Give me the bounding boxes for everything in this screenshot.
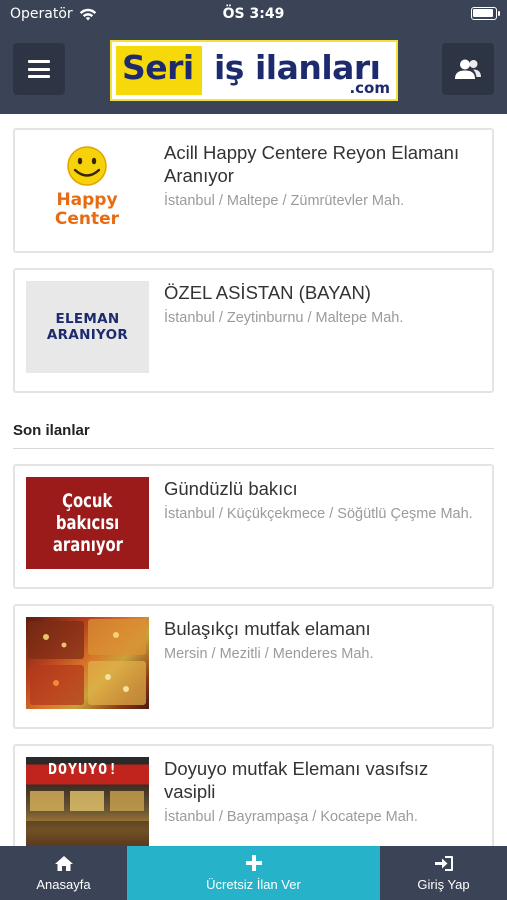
status-bar: Operatör ÖS 3:49 <box>0 0 507 28</box>
plus-icon <box>245 855 262 871</box>
happy-text: Happy <box>56 190 117 210</box>
happy-center-logo: Happy Center <box>55 146 120 229</box>
menu-button[interactable] <box>13 43 65 95</box>
thumb-text-line: aranıyor <box>52 534 123 556</box>
listing-location: İstanbul / Küçükçekmece / Söğütlü Çeşme … <box>164 506 473 522</box>
thumb-text-line: bakıcısı <box>55 512 120 534</box>
battery-icon <box>471 7 500 20</box>
listing-card[interactable]: Bulaşıkçı mutfak elamanı Mersin / Mezitl… <box>13 604 494 729</box>
thumb-text-line: Çocuk <box>62 490 113 512</box>
app-header: Seri iş ilanları .com <box>0 28 507 114</box>
tab-post-label: Ücretsiz İlan Ver <box>206 877 301 892</box>
restaurant-photo <box>26 791 149 846</box>
sign-in-icon <box>434 855 453 871</box>
listing-title[interactable]: ÖZEL ASİSTAN (BAYAN) <box>164 281 484 304</box>
listing-location: İstanbul / Bayrampaşa / Kocatepe Mah. <box>164 809 418 825</box>
home-icon <box>54 855 73 871</box>
logo-seri-text: Seri <box>122 48 194 87</box>
listing-thumbnail: ELEMAN ARANIYOR <box>26 281 149 373</box>
tab-home[interactable]: Anasayfa <box>0 846 127 900</box>
bottom-tab-bar: Anasayfa Ücretsiz İlan Ver Giriş Yap <box>0 846 507 900</box>
status-time: ÖS 3:49 <box>222 6 285 22</box>
listing-card[interactable]: DOYUYO! Doyuyo mutfak Elemanı vasıfsız v… <box>13 744 494 846</box>
logo-com-text: .com <box>349 79 390 97</box>
tab-login[interactable]: Giriş Yap <box>380 846 507 900</box>
center-text: Center <box>55 209 120 229</box>
thumb-text-line: ARANIYOR <box>46 327 129 343</box>
site-logo[interactable]: Seri iş ilanları .com <box>110 40 398 101</box>
listing-thumbnail: DOYUYO! <box>26 757 149 846</box>
listing-location: İstanbul / Maltepe / Zümrütevler Mah. <box>164 193 405 209</box>
section-divider <box>13 448 494 449</box>
menu-icon <box>28 60 50 78</box>
listing-location: Mersin / Mezitli / Menderes Mah. <box>164 646 374 662</box>
listing-title[interactable]: Gündüzlü bakıcı <box>164 477 484 500</box>
tab-login-label: Giriş Yap <box>417 876 470 892</box>
listing-thumbnail: Çocuk bakıcısı aranıyor <box>26 477 149 569</box>
users-icon <box>455 59 481 79</box>
listing-title[interactable]: Acill Happy Centere Reyon Elamanı Aranıy… <box>164 141 484 187</box>
section-title: Son ilanlar <box>13 422 90 439</box>
thumb-text-line: ELEMAN <box>55 311 120 327</box>
listing-card[interactable]: Çocuk bakıcısı aranıyor Gündüzlü bakıcı … <box>13 464 494 589</box>
listing-title[interactable]: Doyuyo mutfak Elemanı vasıfsız vasipli <box>164 757 484 803</box>
listing-card[interactable]: ELEMAN ARANIYOR ÖZEL ASİSTAN (BAYAN) İst… <box>13 268 494 393</box>
tab-home-label: Anasayfa <box>36 876 91 892</box>
listing-title[interactable]: Bulaşıkçı mutfak elamanı <box>164 617 484 640</box>
listing-location: İstanbul / Zeytinburnu / Maltepe Mah. <box>164 310 404 326</box>
food-photo <box>28 619 146 705</box>
listing-card[interactable]: Happy Center Acill Happy Centere Reyon E… <box>13 128 494 253</box>
tab-post-ad[interactable]: Ücretsiz İlan Ver <box>127 846 380 900</box>
listing-thumbnail <box>26 617 149 709</box>
listing-thumbnail: Happy Center <box>26 141 149 233</box>
account-button[interactable] <box>442 43 494 95</box>
listing-content: Happy Center Acill Happy Centere Reyon E… <box>0 114 507 846</box>
